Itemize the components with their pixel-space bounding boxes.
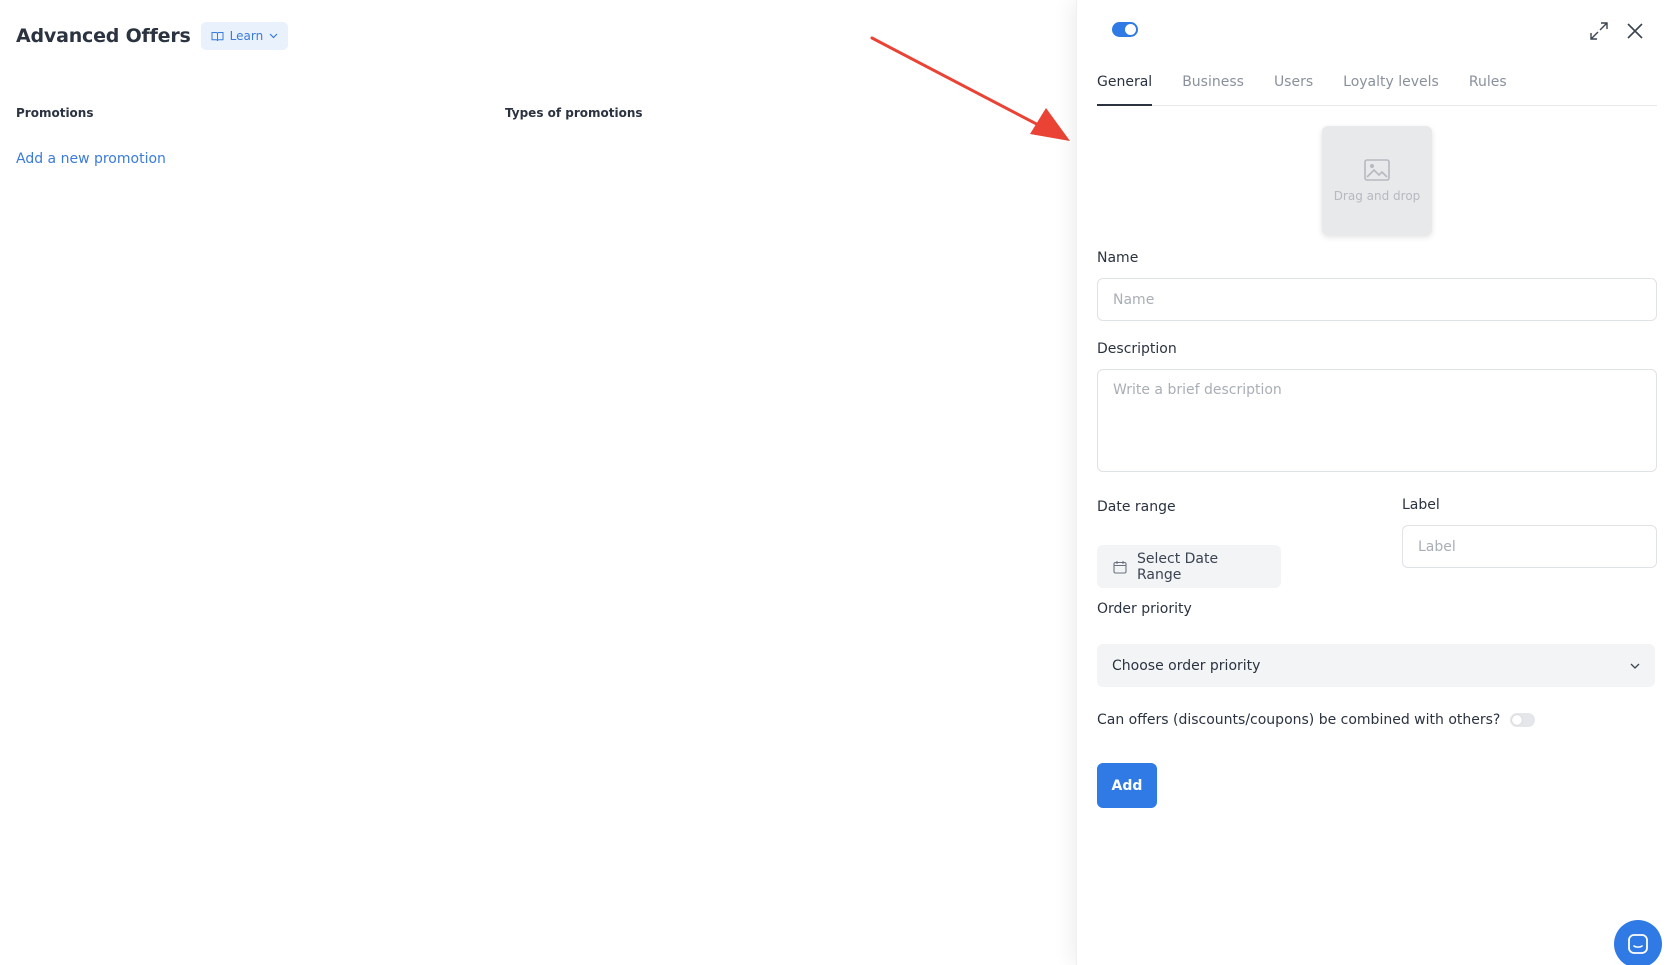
annotation-arrow bbox=[870, 36, 1070, 141]
add-button[interactable]: Add bbox=[1097, 763, 1157, 808]
learn-label: Learn bbox=[229, 29, 264, 43]
combine-offers-row: Can offers (discounts/coupons) be combin… bbox=[1097, 712, 1536, 728]
panel-tabs: General Business Users Loyalty levels Ru… bbox=[1097, 70, 1657, 106]
promotions-column-header: Promotions bbox=[16, 106, 94, 120]
order-priority-value: Choose order priority bbox=[1112, 657, 1261, 674]
date-range-button-label: Select Date Range bbox=[1137, 550, 1219, 583]
learn-button[interactable]: Learn bbox=[200, 22, 289, 50]
calendar-icon bbox=[1113, 560, 1127, 574]
image-dropzone[interactable]: Drag and drop bbox=[1322, 126, 1432, 235]
chevron-down-icon bbox=[1630, 663, 1640, 669]
tab-general[interactable]: General bbox=[1097, 70, 1153, 106]
page-title: Advanced Offers bbox=[16, 25, 191, 47]
add-promotion-link[interactable]: Add a new promotion bbox=[16, 151, 166, 167]
name-input[interactable] bbox=[1097, 278, 1657, 321]
tab-loyalty-levels[interactable]: Loyalty levels bbox=[1343, 70, 1439, 106]
types-column-header: Types of promotions bbox=[505, 106, 643, 120]
page-header: Advanced Offers Learn bbox=[16, 22, 289, 50]
tab-rules[interactable]: Rules bbox=[1469, 70, 1507, 106]
label-field-label: Label bbox=[1402, 497, 1440, 513]
date-range-label: Date range bbox=[1097, 499, 1176, 515]
panel-active-toggle[interactable] bbox=[1112, 22, 1138, 37]
book-icon bbox=[211, 31, 224, 42]
image-icon bbox=[1364, 158, 1390, 185]
description-label: Description bbox=[1097, 341, 1177, 357]
name-label: Name bbox=[1097, 250, 1139, 266]
close-icon[interactable] bbox=[1624, 20, 1646, 42]
dropzone-text: Drag and drop bbox=[1333, 188, 1421, 203]
combine-offers-toggle[interactable] bbox=[1510, 713, 1536, 727]
tab-users[interactable]: Users bbox=[1274, 70, 1313, 106]
description-textarea[interactable] bbox=[1097, 369, 1657, 472]
offer-side-panel: General Business Users Loyalty levels Ru… bbox=[1076, 0, 1672, 965]
chat-launcher-button[interactable] bbox=[1614, 920, 1662, 965]
tab-business[interactable]: Business bbox=[1182, 70, 1244, 106]
select-date-range-button[interactable]: Select Date Range bbox=[1097, 545, 1281, 588]
chat-icon bbox=[1627, 933, 1649, 955]
order-priority-label: Order priority bbox=[1097, 601, 1192, 617]
order-priority-select[interactable]: Choose order priority bbox=[1097, 644, 1655, 687]
label-input[interactable] bbox=[1402, 525, 1657, 568]
chevron-down-icon bbox=[269, 33, 278, 39]
expand-icon[interactable] bbox=[1588, 20, 1610, 42]
panel-actions bbox=[1588, 20, 1646, 42]
combine-offers-question: Can offers (discounts/coupons) be combin… bbox=[1097, 712, 1501, 728]
